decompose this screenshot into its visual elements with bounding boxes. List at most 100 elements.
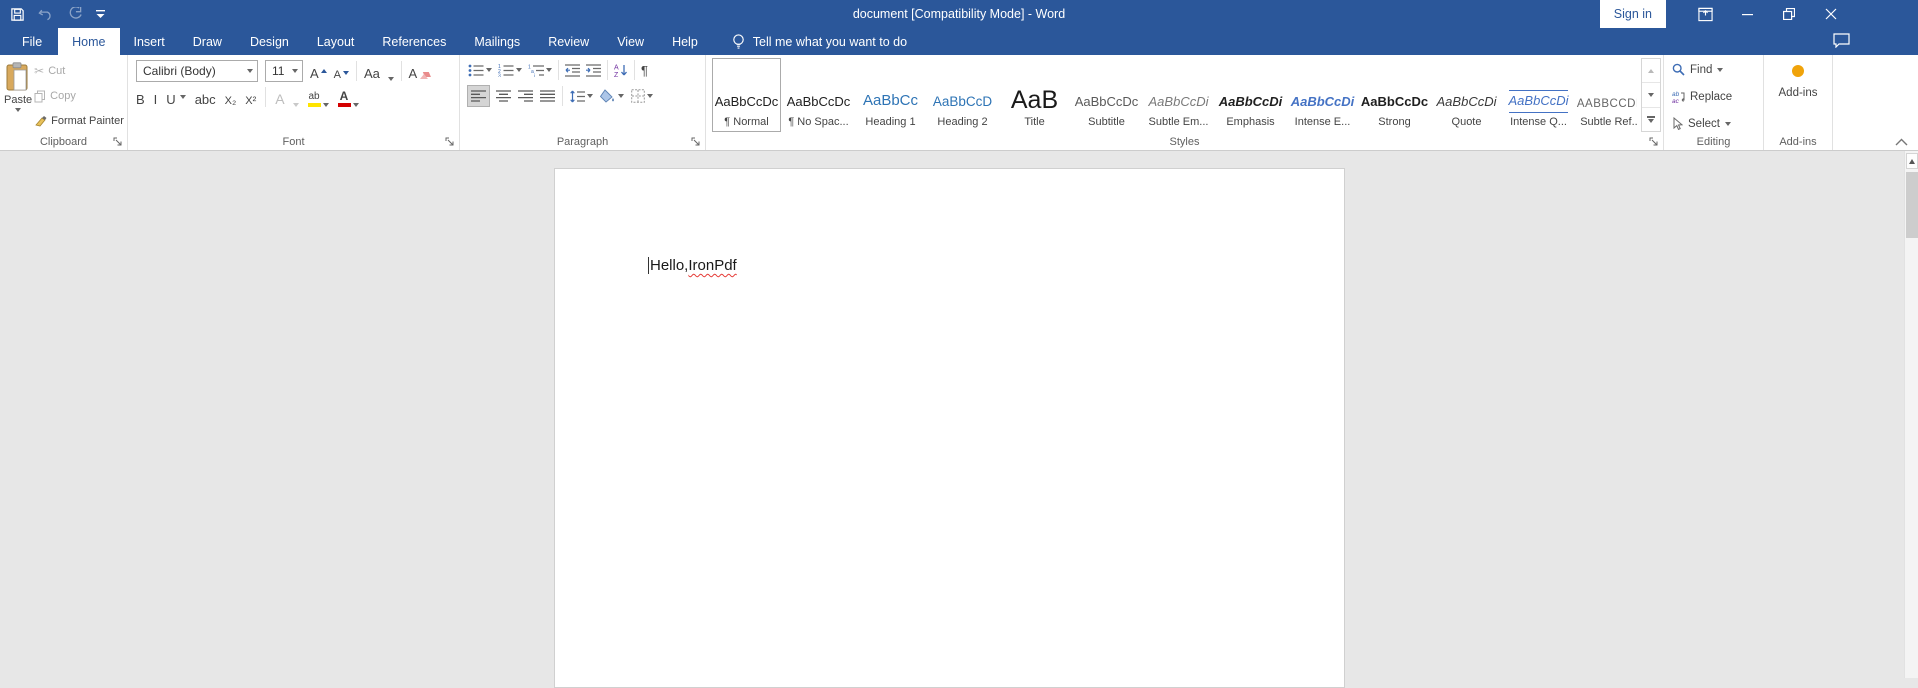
bullets-button[interactable] xyxy=(468,60,492,80)
comments-icon[interactable] xyxy=(1833,33,1850,48)
numbering-button[interactable]: 123 xyxy=(498,60,522,80)
tab-file[interactable]: File xyxy=(6,28,58,55)
font-size-select[interactable]: 11 xyxy=(265,60,303,82)
find-magnifier-icon xyxy=(1672,63,1685,76)
style-heading-1[interactable]: AaBbCcHeading 1 xyxy=(856,58,925,132)
svg-text:3: 3 xyxy=(498,73,501,77)
style-emphasis[interactable]: AaBbCcDiEmphasis xyxy=(1216,58,1285,132)
bold-button[interactable]: B xyxy=(136,87,145,107)
document-text-line[interactable]: Hello, IronPdf xyxy=(648,257,737,274)
ribbon-tab-row: File Home Insert Draw Design Layout Refe… xyxy=(0,28,1918,55)
font-name-select[interactable]: Calibri (Body) xyxy=(136,60,258,82)
document-page[interactable]: Hello, IronPdf xyxy=(554,168,1345,688)
font-color-red-bar xyxy=(338,103,351,107)
change-case-button[interactable]: Aa xyxy=(364,61,394,81)
undo-icon[interactable] xyxy=(38,0,55,28)
cut-button[interactable]: ✂ Cut xyxy=(34,62,124,80)
sign-in-button[interactable]: Sign in xyxy=(1600,0,1666,28)
minimize-button[interactable] xyxy=(1726,0,1768,28)
scrollbar-up-icon[interactable] xyxy=(1906,153,1918,169)
replace-icon: abac xyxy=(1672,90,1685,103)
increase-indent-button[interactable] xyxy=(586,60,601,80)
grow-font-button[interactable]: A xyxy=(310,61,327,81)
style-intense-quote[interactable]: AaBbCcDiIntense Q... xyxy=(1504,58,1573,132)
justify-button[interactable] xyxy=(540,86,555,106)
style-no-spacing[interactable]: AaBbCcDc¶ No Spac... xyxy=(784,58,853,132)
ribbon-filler xyxy=(1833,55,1918,150)
tell-me-box[interactable]: Tell me what you want to do xyxy=(732,28,907,55)
align-left-button[interactable] xyxy=(468,86,489,106)
underline-dropdown-icon[interactable] xyxy=(180,95,186,99)
style-strong[interactable]: AaBbCcDcStrong xyxy=(1360,58,1429,132)
highlight-color-button[interactable]: ab xyxy=(308,87,329,107)
paste-dropdown-icon[interactable] xyxy=(15,108,21,112)
tab-layout[interactable]: Layout xyxy=(303,28,369,55)
shrink-font-button[interactable]: A xyxy=(334,61,349,81)
style-gallery-scroll xyxy=(1641,58,1661,132)
style-subtle-emphasis[interactable]: AaBbCcDiSubtle Em... xyxy=(1144,58,1213,132)
format-painter-button[interactable]: Format Painter xyxy=(34,112,124,130)
align-right-button[interactable] xyxy=(518,86,533,106)
tab-draw[interactable]: Draw xyxy=(179,28,236,55)
style-title[interactable]: AaBTitle xyxy=(1000,58,1069,132)
tab-mailings[interactable]: Mailings xyxy=(460,28,534,55)
tab-help[interactable]: Help xyxy=(658,28,712,55)
text-cursor xyxy=(648,257,649,274)
style-gallery-more-icon[interactable] xyxy=(1642,108,1660,131)
replace-button[interactable]: abac Replace xyxy=(1672,88,1761,105)
strikethrough-button[interactable]: abc xyxy=(195,87,216,107)
borders-button[interactable] xyxy=(631,86,653,106)
restore-button[interactable] xyxy=(1768,0,1810,28)
group-editing: Find abac Replace Select Editing xyxy=(1664,55,1764,150)
superscript-button[interactable]: X² xyxy=(245,87,256,107)
tab-home[interactable]: Home xyxy=(58,28,119,55)
style-quote[interactable]: AaBbCcDiQuote xyxy=(1432,58,1501,132)
multilevel-list-button[interactable]: 1ai xyxy=(528,60,552,80)
show-hide-pilcrow-button[interactable]: ¶ xyxy=(641,60,648,80)
tab-view[interactable]: View xyxy=(603,28,658,55)
clear-formatting-button[interactable]: A xyxy=(409,61,433,81)
redo-icon[interactable] xyxy=(68,0,83,28)
styles-dialog-launcher-icon[interactable] xyxy=(1649,137,1659,147)
decrease-indent-button[interactable] xyxy=(565,60,580,80)
styles-group-label: Styles xyxy=(706,136,1663,148)
save-icon[interactable] xyxy=(10,0,25,28)
style-subtitle[interactable]: AaBbCcDcSubtitle xyxy=(1072,58,1141,132)
select-button[interactable]: Select xyxy=(1672,115,1761,132)
font-dialog-launcher-icon[interactable] xyxy=(445,137,455,147)
text-effects-button[interactable]: A xyxy=(275,87,298,107)
italic-button[interactable]: I xyxy=(154,87,158,107)
style-scroll-down-icon[interactable] xyxy=(1642,83,1660,107)
copy-button[interactable]: Copy xyxy=(34,87,124,105)
find-button[interactable]: Find xyxy=(1672,61,1761,78)
style-normal[interactable]: AaBbCcDc¶ Normal xyxy=(712,58,781,132)
subscript-button[interactable]: X₂ xyxy=(225,87,237,107)
tab-review[interactable]: Review xyxy=(534,28,603,55)
font-color-button[interactable]: A xyxy=(338,87,359,107)
style-intense-emphasis[interactable]: AaBbCcDiIntense E... xyxy=(1288,58,1357,132)
line-spacing-button[interactable] xyxy=(570,86,593,106)
clipboard-dialog-launcher-icon[interactable] xyxy=(113,137,123,147)
addins-icon[interactable] xyxy=(1790,63,1806,79)
paragraph-dialog-launcher-icon[interactable] xyxy=(691,137,701,147)
tab-design[interactable]: Design xyxy=(236,28,303,55)
style-scroll-up-icon[interactable] xyxy=(1642,59,1660,83)
tab-references[interactable]: References xyxy=(368,28,460,55)
sort-button[interactable]: AZ xyxy=(614,60,628,80)
style-subtle-reference[interactable]: AABBCCDESubtle Ref... xyxy=(1576,58,1637,132)
format-painter-icon xyxy=(34,115,47,128)
scrollbar-thumb[interactable] xyxy=(1906,172,1918,238)
tab-insert[interactable]: Insert xyxy=(120,28,179,55)
shading-button[interactable] xyxy=(600,86,624,106)
ribbon-home: Paste ✂ Cut Copy Forma xyxy=(0,55,1918,151)
vertical-scrollbar[interactable] xyxy=(1904,151,1918,678)
underline-button[interactable]: U xyxy=(166,87,175,107)
paste-button[interactable]: Paste xyxy=(4,60,32,132)
style-heading-2[interactable]: AaBbCcDHeading 2 xyxy=(928,58,997,132)
customize-qat-icon[interactable] xyxy=(96,0,105,28)
collapse-ribbon-icon[interactable] xyxy=(1895,138,1908,146)
close-button[interactable] xyxy=(1810,0,1852,28)
ribbon-display-options-icon[interactable] xyxy=(1684,0,1726,28)
align-center-button[interactable] xyxy=(496,86,511,106)
addins-button[interactable]: Add-ins xyxy=(1779,87,1818,99)
